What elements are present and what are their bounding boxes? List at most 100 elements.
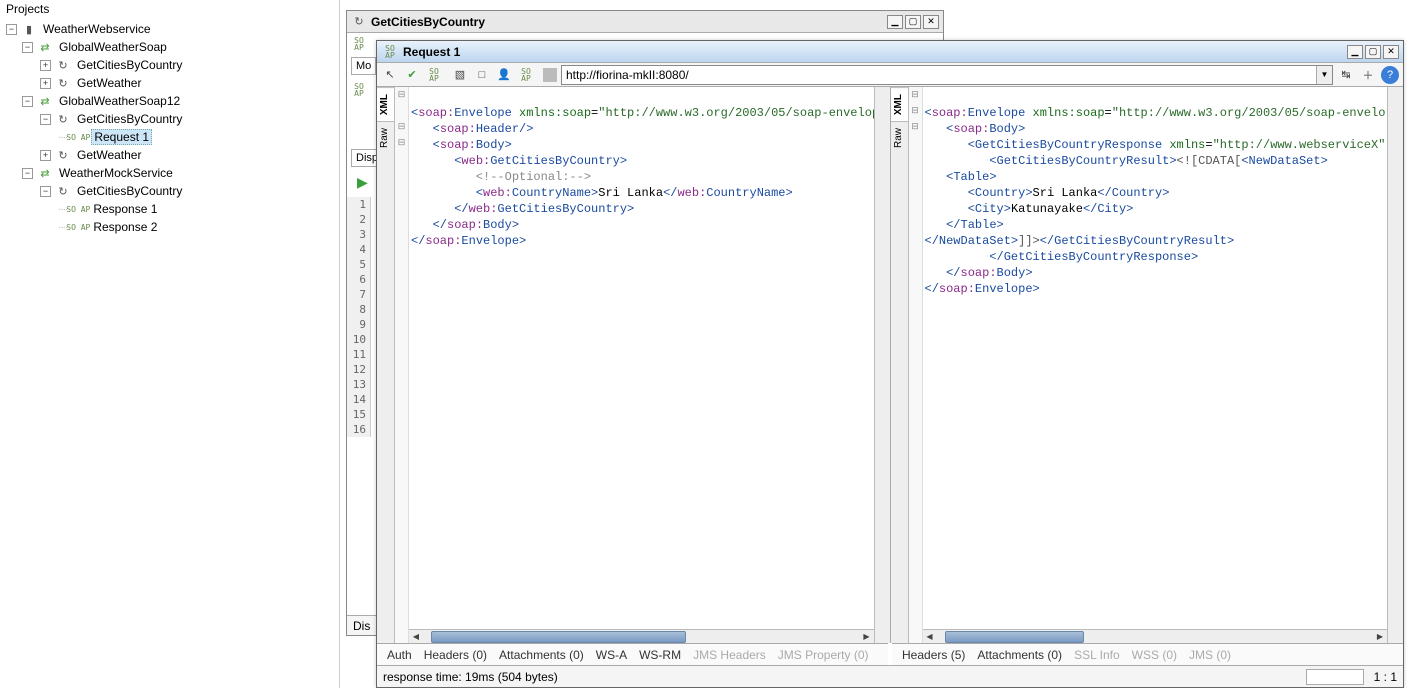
- tree-label: Request 1: [91, 129, 152, 145]
- soap-icon: SO AP: [517, 67, 535, 83]
- operation-icon: ↻: [55, 183, 71, 199]
- scroll-left-icon[interactable]: ◀: [409, 631, 423, 643]
- status-field[interactable]: [1306, 669, 1364, 685]
- maximize-button[interactable]: ▢: [1365, 45, 1381, 59]
- tree-soap1-op2[interactable]: + ↻ GetWeather: [0, 74, 339, 92]
- tree-mock[interactable]: − ⇄ WeatherMockService: [0, 164, 339, 182]
- horizontal-scrollbar[interactable]: ◀ ▶: [409, 629, 874, 643]
- expand-icon[interactable]: +: [40, 78, 51, 89]
- tree-root[interactable]: − ▮ WeatherWebservice: [0, 20, 339, 38]
- soap-icon: SO AP: [69, 201, 87, 217]
- collapse-icon[interactable]: −: [6, 24, 17, 35]
- soap-icon: SO AP: [351, 36, 367, 52]
- jms-headers-tab[interactable]: JMS Headers: [693, 648, 766, 662]
- cursor-position: 1 : 1: [1374, 670, 1397, 684]
- expand-icon[interactable]: +: [40, 150, 51, 161]
- headers-tab[interactable]: Headers (5): [902, 648, 965, 662]
- wss-tab[interactable]: WSS (0): [1132, 648, 1177, 662]
- response-editor[interactable]: <soap:Envelope xmlns:soap="http://www.w3…: [923, 87, 1388, 643]
- tree-response1[interactable]: ···· SO AP Response 1: [0, 200, 339, 218]
- request-bottom-tabs: Auth Headers (0) Attachments (0) WS-A WS…: [377, 643, 888, 665]
- collapse-icon[interactable]: −: [22, 96, 33, 107]
- stop-button[interactable]: □: [473, 66, 491, 84]
- dropdown-icon[interactable]: ▼: [1316, 66, 1332, 84]
- soap-tab-2[interactable]: SO AP: [347, 81, 371, 99]
- mode-dropdown[interactable]: Mo: [351, 57, 376, 75]
- collapse-icon[interactable]: −: [22, 168, 33, 179]
- endpoint-combo[interactable]: ▼: [561, 65, 1333, 85]
- tree-label: WeatherWebservice: [41, 22, 153, 36]
- scroll-right-icon[interactable]: ▶: [1373, 631, 1387, 643]
- tree-label: GetCitiesByCountry: [75, 58, 184, 72]
- wsrm-tab[interactable]: WS-RM: [639, 648, 681, 662]
- run-button[interactable]: ▶: [353, 173, 372, 191]
- title-bar[interactable]: ↻ GetCitiesByCountry ▁ ▢ ✕: [347, 11, 943, 33]
- scroll-thumb[interactable]: [431, 631, 686, 643]
- horizontal-scrollbar[interactable]: ◀ ▶: [923, 629, 1388, 643]
- projects-panel: Projects − ▮ WeatherWebservice − ⇄ Globa…: [0, 0, 340, 688]
- ssl-tab[interactable]: SSL Info: [1074, 648, 1120, 662]
- soap-icon: SO AP: [425, 67, 443, 83]
- collapse-icon[interactable]: −: [40, 186, 51, 197]
- vertical-scrollbar[interactable]: [874, 87, 890, 643]
- tree-soap2[interactable]: − ⇄ GlobalWeatherSoap12: [0, 92, 339, 110]
- request-editor[interactable]: <soap:Envelope xmlns:soap="http://www.w3…: [409, 87, 874, 643]
- tree-soap2-op2[interactable]: + ↻ GetWeather: [0, 146, 339, 164]
- jms-tab[interactable]: JMS (0): [1189, 648, 1231, 662]
- submit-button[interactable]: ✔: [403, 66, 421, 84]
- operation-icon: ↻: [55, 75, 71, 91]
- collapse-icon[interactable]: −: [22, 42, 33, 53]
- title-bar[interactable]: SO AP Request 1 ▁ ▢ ✕: [377, 41, 1403, 63]
- expand-icon[interactable]: +: [40, 60, 51, 71]
- raw-tab[interactable]: Raw: [377, 121, 394, 154]
- close-button[interactable]: ✕: [1383, 45, 1399, 59]
- tree-soap2-op1[interactable]: − ↻ GetCitiesByCountry: [0, 110, 339, 128]
- headers-tab[interactable]: Headers (0): [424, 648, 487, 662]
- xml-tab[interactable]: XML: [377, 87, 394, 121]
- tree-request1[interactable]: ···· SO AP Request 1: [0, 128, 339, 146]
- wsa-tab[interactable]: WS-A: [596, 648, 627, 662]
- tree-mock-op1[interactable]: − ↻ GetCitiesByCountry: [0, 182, 339, 200]
- response-pane: XML Raw ⊟⊟⊟ <soap:Envelope xmlns:soap="h…: [891, 87, 1404, 643]
- scroll-left-icon[interactable]: ◀: [923, 631, 937, 643]
- collapse-icon[interactable]: −: [40, 114, 51, 125]
- add-to-testcase-button[interactable]: ▧: [451, 66, 469, 84]
- soap-icon: SO AP: [69, 219, 87, 235]
- help-button[interactable]: ?: [1381, 66, 1399, 84]
- minimize-button[interactable]: ▁: [1347, 45, 1363, 59]
- split-toggle-button[interactable]: ↹: [1337, 66, 1355, 84]
- xml-tab[interactable]: XML: [891, 87, 908, 121]
- vertical-scrollbar[interactable]: [1387, 87, 1403, 643]
- jms-property-tab[interactable]: JMS Property (0): [778, 648, 869, 662]
- cursor-icon[interactable]: ↖: [381, 66, 399, 84]
- dispatch-tab[interactable]: Dis: [347, 615, 376, 635]
- close-button[interactable]: ✕: [923, 15, 939, 29]
- endpoint-input[interactable]: [562, 66, 1316, 84]
- attachments-tab[interactable]: Attachments (0): [977, 648, 1062, 662]
- tree-soap1-op1[interactable]: + ↻ GetCitiesByCountry: [0, 56, 339, 74]
- dispatch-tab-label: Dis: [353, 619, 370, 633]
- status-bar: response time: 19ms (504 bytes) 1 : 1: [377, 665, 1403, 687]
- attachments-tab[interactable]: Attachments (0): [499, 648, 584, 662]
- scroll-thumb[interactable]: [945, 631, 1084, 643]
- raw-tab[interactable]: Raw: [891, 121, 908, 154]
- scroll-right-icon[interactable]: ▶: [860, 631, 874, 643]
- grey-square-icon[interactable]: [543, 68, 557, 82]
- user-button[interactable]: 👤: [495, 66, 513, 84]
- maximize-button[interactable]: ▢: [905, 15, 921, 29]
- projects-title: Projects: [0, 0, 339, 18]
- tree-label: GlobalWeatherSoap: [57, 40, 169, 54]
- tree-soap1[interactable]: − ⇄ GlobalWeatherSoap: [0, 38, 339, 56]
- status-text: response time: 19ms (504 bytes): [383, 670, 558, 684]
- tree-label: GetWeather: [75, 76, 143, 90]
- auth-tab[interactable]: Auth: [387, 648, 412, 662]
- operation-icon: ↻: [55, 57, 71, 73]
- soap-icon: SO AP: [351, 82, 367, 98]
- tree-response2[interactable]: ···· SO AP Response 2: [0, 218, 339, 236]
- add-button[interactable]: ＋: [1359, 66, 1377, 84]
- soap-tab[interactable]: SO AP: [347, 35, 371, 53]
- request-pane: XML Raw ⊟⊟⊟ <soap:Envelope xmlns:soap="h…: [377, 87, 891, 643]
- minimize-button[interactable]: ▁: [887, 15, 903, 29]
- window-title: Request 1: [403, 45, 1347, 59]
- response-bottom-tabs: Headers (5) Attachments (0) SSL Info WSS…: [892, 643, 1403, 665]
